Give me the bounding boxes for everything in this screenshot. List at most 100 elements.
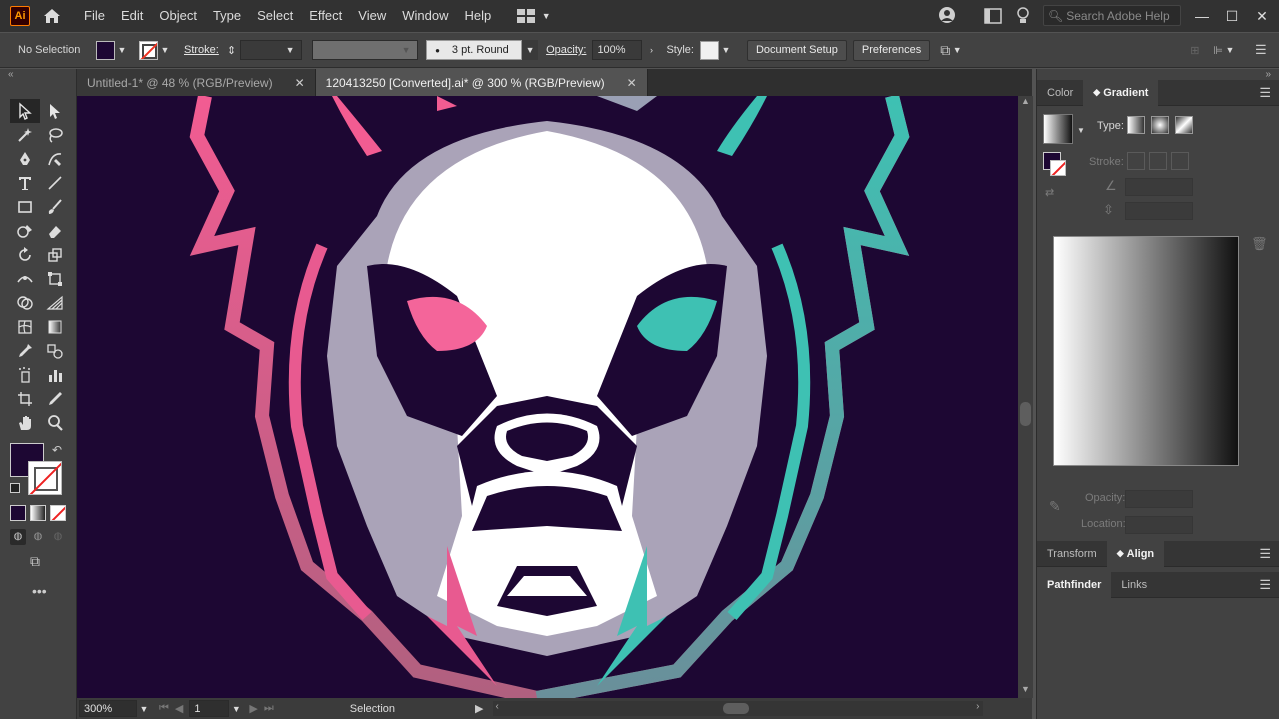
direct-selection-tool-icon[interactable] [40,99,70,123]
previous-artboard-icon[interactable]: ◀ [175,702,183,715]
stroke-weight-field[interactable]: ▼ [240,40,303,60]
chevron-left-icon[interactable]: ‹ [495,701,498,712]
pen-tool-icon[interactable] [10,147,40,171]
artboard-number-field[interactable]: 1 [189,700,230,717]
menu-help[interactable]: Help [456,0,499,32]
gradient-stroke-swatch[interactable] [1050,160,1066,176]
stroke-swatch[interactable] [139,40,158,60]
variable-width-profile[interactable]: ▼ [312,40,419,60]
tab-transform[interactable]: Transform [1037,541,1107,567]
tab-align[interactable]: ◆ Align [1106,540,1165,567]
close-icon[interactable]: ✕ [295,76,305,90]
status-menu-icon[interactable]: ▶ [475,702,483,715]
chevron-down-icon[interactable]: ▼ [158,45,172,55]
stroke-stepper-icon[interactable]: ⇕ [227,44,236,57]
menu-edit[interactable]: Edit [113,0,151,32]
lasso-tool-icon[interactable] [40,123,70,147]
home-icon[interactable] [42,6,62,26]
selection-tool-icon[interactable] [10,99,40,123]
opacity-field[interactable]: 100% [592,40,643,60]
fill-swatch[interactable] [96,40,115,60]
close-window-button[interactable]: ✕ [1247,0,1277,32]
graphic-style-swatch[interactable] [699,40,719,60]
brush-definition[interactable]: ● 3 pt. Round [426,40,523,60]
tab-converted-document[interactable]: 120413250 [Converted].ai* @ 300 % (RGB/P… [315,69,648,96]
gradient-mode-icon[interactable] [30,505,46,521]
chevron-up-icon[interactable]: ▲ [1021,96,1030,106]
eyedropper-icon[interactable]: ✎ [1049,498,1061,515]
type-tool-icon[interactable] [10,171,40,195]
last-artboard-icon[interactable]: ⏭ [264,702,274,715]
preferences-button[interactable]: Preferences [852,39,931,61]
next-artboard-icon[interactable]: ▶ [249,702,257,715]
angle-field[interactable] [1125,178,1193,196]
menu-file[interactable]: File [76,0,113,32]
menu-view[interactable]: View [350,0,394,32]
swap-fill-stroke-icon[interactable]: ↶ [52,443,62,457]
perspective-grid-tool-icon[interactable] [40,291,70,315]
gradient-thumbnail[interactable] [1043,114,1073,144]
slice-tool-icon[interactable] [40,387,70,411]
tab-untitled-1[interactable]: Untitled-1* @ 48 % (RGB/Preview) ✕ [77,69,316,96]
opacity-label[interactable]: Opacity: [546,44,586,56]
screen-mode-icon[interactable]: ⧉ [30,553,40,570]
vertical-scroll-thumb[interactable] [1020,402,1031,426]
tab-gradient[interactable]: ◆ Gradient [1083,79,1159,106]
arrange-documents-icon[interactable] [984,8,1002,27]
minimize-button[interactable]: — [1187,0,1217,32]
mesh-tool-icon[interactable] [10,315,40,339]
menu-window[interactable]: Window [394,0,456,32]
magic-wand-tool-icon[interactable] [10,123,40,147]
chevron-down-icon[interactable]: ▼ [1077,126,1085,135]
rotate-tool-icon[interactable] [10,243,40,267]
maximize-button[interactable]: ☐ [1217,0,1247,32]
arrange-icon[interactable]: ⧉ [940,42,950,59]
hand-tool-icon[interactable] [10,411,40,435]
draw-inside-icon[interactable]: ◍ [50,529,66,545]
vertical-scrollbar[interactable]: ▲ ▼ [1018,96,1033,698]
aspect-ratio-field[interactable] [1125,202,1193,220]
symbol-sprayer-tool-icon[interactable] [10,363,40,387]
horizontal-scrollbar[interactable]: ‹ › [493,701,984,716]
lightbulb-icon[interactable] [1016,7,1030,28]
reverse-gradient-icon[interactable]: ⇄ [1045,186,1054,199]
none-mode-icon[interactable] [50,505,66,521]
chevron-down-icon[interactable]: ▼ [950,45,964,55]
delete-stop-icon[interactable]: 🗑︎ [1251,236,1268,252]
color-mode-icon[interactable] [10,505,26,521]
document-setup-button[interactable]: Document Setup [746,39,847,61]
radial-gradient-icon[interactable] [1151,116,1169,134]
tab-pathfinder[interactable]: Pathfinder [1037,571,1112,598]
draw-normal-icon[interactable]: ◍ [10,529,26,545]
eraser-tool-icon[interactable] [40,219,70,243]
transform-icon[interactable]: ⊞ [1190,44,1199,57]
chevron-down-icon[interactable]: ▼ [229,704,243,714]
menu-select[interactable]: Select [249,0,301,32]
paintbrush-tool-icon[interactable] [40,195,70,219]
chevron-down-icon[interactable]: ▼ [115,45,129,55]
panel-menu-icon[interactable]: ☰ [1259,85,1271,101]
blend-tool-icon[interactable] [40,339,70,363]
chevron-right-icon[interactable]: › [644,45,658,55]
freeform-gradient-icon[interactable] [1175,116,1193,134]
shaper-tool-icon[interactable] [10,219,40,243]
zoom-tool-icon[interactable] [40,411,70,435]
linear-gradient-icon[interactable] [1127,116,1145,134]
column-graph-tool-icon[interactable] [40,363,70,387]
panel-menu-icon[interactable]: ☰ [1259,546,1271,562]
chevron-down-icon[interactable]: ▼ [137,704,151,714]
chevron-down-icon[interactable]: ▼ [522,40,539,60]
first-artboard-icon[interactable]: ⏮ [159,702,169,715]
stroke-color-box[interactable] [28,461,62,495]
align-icon[interactable]: ⊫ [1213,44,1223,57]
chevron-right-icon[interactable]: › [976,701,979,712]
line-segment-tool-icon[interactable] [40,171,70,195]
menu-type[interactable]: Type [205,0,249,32]
free-transform-tool-icon[interactable] [40,267,70,291]
stroke-label[interactable]: Stroke: [184,44,219,56]
rectangle-tool-icon[interactable] [10,195,40,219]
chevron-down-icon[interactable]: ▼ [1223,45,1237,55]
artboard-canvas[interactable] [77,96,1018,698]
expand-panels-icon[interactable]: » [1265,69,1271,80]
edit-toolbar-icon[interactable]: ••• [32,583,47,599]
